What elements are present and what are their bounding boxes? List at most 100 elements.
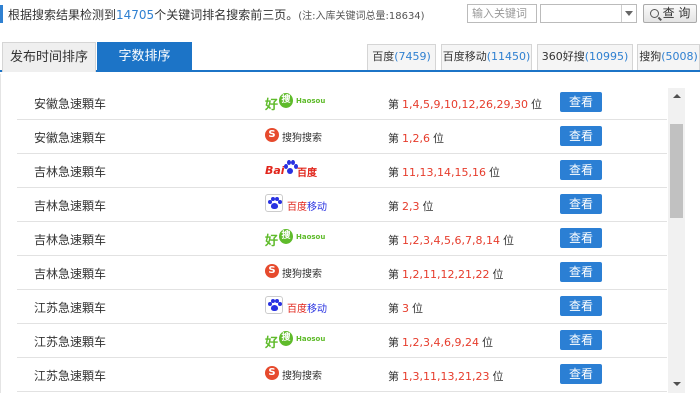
rank-suffix: 位	[502, 234, 514, 247]
baidu-mobile-logo-icon: 百度移动	[265, 194, 329, 216]
logo-text: 好	[265, 98, 279, 113]
scroll-thumb[interactable]	[670, 124, 683, 218]
logo-text: S	[265, 264, 279, 278]
engine-tab-360[interactable]: 360好搜(10995)	[537, 44, 633, 70]
logo-text: Haosou	[296, 233, 326, 241]
scroll-down-arrow-icon[interactable]	[668, 376, 685, 393]
rank-cell: 第 11,13,14,15,16 位	[388, 164, 500, 180]
scroll-up-arrow-icon[interactable]	[668, 88, 685, 105]
logo-text: Haosou	[296, 97, 326, 105]
view-button[interactable]: 查看	[560, 296, 602, 316]
view-button[interactable]: 查看	[560, 364, 602, 384]
view-button[interactable]: 查看	[560, 160, 602, 180]
keyword-cell: 江苏急速顆车	[34, 335, 107, 349]
view-button[interactable]: 查看	[560, 262, 602, 282]
chevron-down-icon[interactable]	[621, 5, 636, 22]
logo-text: 百度移动	[287, 202, 327, 213]
logo-text: S	[265, 366, 279, 380]
engine-tab-label: 搜狗	[639, 50, 662, 63]
rank-positions: 2,3	[402, 200, 420, 213]
rank-positions: 3	[402, 302, 409, 315]
summary-bar: 根据搜索结果检测到14705个关键词排名搜索前三页。(注:入库关键词总量:186…	[0, 0, 700, 30]
logo-text: S	[265, 128, 279, 142]
sort-tabs: 发布时间排序 字数排序 百度(7459) 百度移动(11450) 360好搜(1…	[0, 42, 700, 72]
view-button[interactable]: 查看	[560, 92, 602, 112]
view-button[interactable]: 查看	[560, 330, 602, 350]
engine-tab-count: (11450)	[486, 50, 531, 63]
table-row: 吉林急速顆车 S 搜狗搜索 第 1,2,11,12,21,22 位 查看	[17, 256, 667, 290]
keyword-cell: 江苏急速顆车	[34, 301, 107, 315]
rank-suffix: 位	[530, 98, 542, 111]
rank-positions: 1,2,11,12,21,22	[402, 268, 490, 281]
sogou-logo-icon: S 搜狗搜索	[265, 262, 325, 284]
summary-text: 根据搜索结果检测到14705个关键词排名搜索前三页。(注:入库关键词总量:186…	[8, 6, 425, 23]
rank-suffix: 位	[433, 132, 444, 145]
logo-text: 搜	[279, 229, 293, 244]
tab-word-count[interactable]: 字数排序	[97, 42, 192, 72]
rank-prefix: 第	[388, 268, 399, 281]
summary-note: (注:入库关键词总量:18634)	[298, 11, 425, 22]
query-button-label: 查 询	[662, 6, 691, 20]
haosou-logo-icon: 好搜 Haosou	[265, 228, 325, 250]
keyword-cell: 安徽急速顆车	[34, 97, 107, 111]
rank-suffix: 位	[481, 336, 493, 349]
rank-cell: 第 2,3 位	[388, 198, 434, 214]
view-button[interactable]: 查看	[560, 228, 602, 248]
haosou-logo-icon: 好搜 Haosou	[265, 92, 325, 114]
rank-positions: 11,13,14,15,16	[402, 166, 486, 179]
keyword-cell: 吉林急速顆车	[34, 233, 107, 247]
table-row: 吉林急速顆车 百度移动 第 2,3 位 查看	[17, 188, 667, 222]
rank-positions: 1,2,3,4,6,9,24	[402, 336, 479, 349]
paw-icon	[265, 194, 283, 212]
scrollbar[interactable]	[668, 88, 685, 393]
logo-text: 搜狗搜索	[282, 133, 322, 144]
engine-tab-baidu-mobile[interactable]: 百度移动(11450)	[441, 44, 532, 70]
engine-tab-label: 百度	[372, 50, 395, 63]
rank-suffix: 位	[492, 370, 504, 383]
query-button[interactable]: 查 询	[643, 4, 697, 23]
logo-text: Haosou	[296, 335, 326, 343]
engine-tab-count: (5008)	[661, 50, 698, 63]
rank-prefix: 第	[388, 370, 399, 383]
view-button[interactable]: 查看	[560, 126, 602, 146]
accent-bar	[0, 5, 3, 23]
rank-suffix: 位	[488, 166, 500, 179]
rank-suffix: 位	[492, 268, 504, 281]
logo-text: 搜狗搜索	[282, 269, 322, 280]
table-row: 江苏急速顆车 好搜 Haosou 第 1,2,3,4,6,9,24 位 查看	[17, 324, 667, 358]
engine-tab-baidu[interactable]: 百度(7459)	[367, 44, 436, 70]
paw-icon	[284, 160, 298, 174]
rank-prefix: 第	[388, 234, 399, 247]
tab-publish-time[interactable]: 发布时间排序	[2, 42, 96, 72]
paw-icon	[265, 296, 283, 314]
table-row: 安徽急速顆车 S 搜狗搜索 第 1,2,6 位 查看	[17, 120, 667, 154]
engine-tab-sogou[interactable]: 搜狗(5008)	[637, 44, 700, 70]
logo-text: 百度	[297, 168, 317, 179]
logo-text: 百度移动	[287, 304, 327, 315]
baidu-mobile-logo-icon: 百度移动	[265, 296, 329, 318]
logo-text: 好	[265, 336, 279, 351]
keyword-cell: 吉林急速顆车	[34, 199, 107, 213]
rank-cell: 第 1,2,6 位	[388, 130, 444, 146]
engine-select[interactable]	[540, 4, 637, 23]
rank-positions: 1,3,11,13,21,23	[402, 370, 490, 383]
keyword-search-input[interactable]: 输入关键词	[467, 4, 537, 23]
keyword-cell: 江苏急速顆车	[34, 369, 107, 383]
logo-text: Bai	[265, 164, 285, 177]
rank-prefix: 第	[388, 166, 399, 179]
rank-suffix: 位	[412, 302, 423, 315]
logo-text: 搜狗搜索	[282, 371, 322, 382]
rank-prefix: 第	[388, 336, 399, 349]
view-button[interactable]: 查看	[560, 194, 602, 214]
keyword-cell: 吉林急速顆车	[34, 165, 107, 179]
table-row: 江苏急速顆车 百度移动 第 3 位 查看	[17, 290, 667, 324]
rank-cell: 第 1,2,3,4,6,9,24 位	[388, 334, 493, 350]
engine-tab-count: (10995)	[584, 50, 629, 63]
keyword-count: 14705	[116, 8, 155, 22]
keyword-cell: 吉林急速顆车	[34, 267, 107, 281]
search-icon	[649, 9, 659, 18]
rank-positions: 1,2,6	[402, 132, 430, 145]
table-row: 江苏急速顆车 S 搜狗搜索 第 1,3,11,13,21,23 位 查看	[17, 358, 667, 392]
keyword-search-placeholder: 输入关键词	[472, 7, 527, 20]
rank-positions: 1,4,5,9,10,12,26,29,30	[402, 98, 528, 111]
